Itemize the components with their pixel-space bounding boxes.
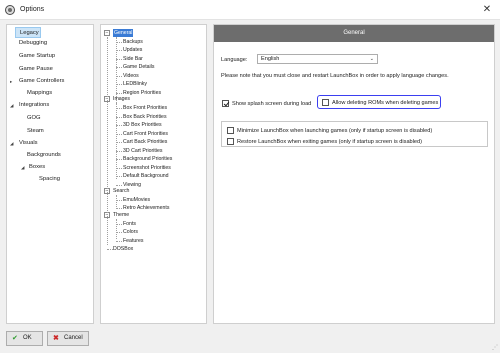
ok-button[interactable]: ✔ OK [6,331,43,346]
general-settings-panel: General Language: English ⌄ Please note … [213,24,495,324]
language-value: English [261,56,280,62]
tree-branch-line [116,208,122,209]
tree-branch-line [116,185,122,186]
tree-branch-line [116,59,122,60]
settings-tree: − General Backups Updates Side Bar Game … [100,24,207,324]
check-icon: ✔ [12,335,18,342]
show-splash-label[interactable]: Show splash screen during load [232,101,311,107]
collapse-toggle-icon[interactable]: − [104,30,110,36]
tree-guide-line [107,37,108,245]
allow-delete-roms-checkbox[interactable] [322,99,329,106]
title-bar: Options ✕ [0,0,500,20]
tree-branch-line [116,117,122,118]
collapse-arrow-icon[interactable]: ◢ [10,138,14,149]
language-restart-note: Please note that you must close and rest… [221,73,449,79]
tree-branch-line [116,84,122,85]
tree-branch-line [116,168,122,169]
close-icon[interactable]: ✕ [474,0,500,20]
tree-node-3d-cart-priorities[interactable]: 3D Cart Priorities [123,147,163,155]
tree-node-general[interactable]: General [113,29,134,37]
tree-node-retro-achievements[interactable]: Retro Achievements [123,204,169,212]
tree-branch-line [116,232,122,233]
tree-guide-line [116,219,117,239]
tree-node-search[interactable]: Search [113,187,129,195]
tree-branch-line [116,142,122,143]
ok-button-label: OK [23,335,32,341]
language-label: Language: [221,57,248,63]
window-title: Options [20,6,45,13]
tree-node-game-details[interactable]: Game Details [123,63,154,71]
tree-node-background-priorities[interactable]: Background Priorities [123,155,172,163]
allow-delete-roms-label[interactable]: Allow deleting ROMs when deleting games [332,100,438,106]
chevron-down-icon: ⌄ [369,56,374,62]
tree-node-cart-back-priorities[interactable]: Cart Back Priorities [123,138,167,146]
nav-item-mappings[interactable]: Mappings [27,88,52,99]
tree-node-ledblinky[interactable]: LEDBlinky [123,80,147,88]
tree-guide-line [116,195,117,207]
tree-node-images[interactable]: Images [113,95,130,103]
tree-branch-line [116,67,122,68]
tree-branch-line [116,42,122,43]
cancel-icon: ✖ [53,335,59,342]
tree-branch-line [116,176,122,177]
nav-item-spacing[interactable]: Spacing [39,174,60,185]
panel-header: General [214,25,494,42]
tree-branch-line [116,159,122,160]
nav-item-gog[interactable]: GOG [27,113,41,124]
restore-on-exit-checkbox[interactable] [227,138,234,145]
collapse-arrow-icon[interactable]: ◢ [10,100,14,111]
tree-branch-line [116,93,122,94]
language-select[interactable]: English ⌄ [257,54,378,64]
tree-node-fonts[interactable]: Fonts [123,220,136,228]
tree-branch-line [116,76,122,77]
cancel-button[interactable]: ✖ Cancel [47,331,89,346]
tree-branch-line [116,134,122,135]
gear-icon [5,5,15,15]
tree-node-3d-box-priorities[interactable]: 3D Box Priorities [123,121,162,129]
show-splash-checkbox[interactable] [222,100,229,107]
nav-item-game-pause[interactable]: Game Pause [19,64,53,75]
tree-node-dosbox[interactable]: DOSBox [113,245,133,253]
tree-node-box-front-priorities[interactable]: Box Front Priorities [123,104,167,112]
tree-branch-line [116,151,122,152]
options-category-nav: Legacy Debugging Game Startup Game Pause… [6,24,94,324]
tree-node-colors[interactable]: Colors [123,228,138,236]
tree-branch-line [116,125,122,126]
tree-node-side-bar[interactable]: Side Bar [123,55,143,63]
minimize-on-launch-label[interactable]: Minimize LaunchBox when launching games … [237,128,432,134]
tree-branch-line [116,50,122,51]
collapse-arrow-icon[interactable]: ◢ [21,162,25,173]
tree-node-box-back-priorities[interactable]: Box Back Priorities [123,113,167,121]
nav-item-steam[interactable]: Steam [27,126,44,137]
tree-node-screenshot-priorities[interactable]: Screenshot Priorities [123,164,171,172]
tree-branch-line [116,224,122,225]
nav-item-backgrounds[interactable]: Backgrounds [27,150,61,161]
cancel-button-label: Cancel [64,335,83,341]
tree-node-features[interactable]: Features [123,237,143,245]
nav-item-legacy[interactable]: Legacy [15,27,41,38]
tree-node-videos[interactable]: Videos [123,72,139,80]
nav-item-game-controllers[interactable]: Game Controllers [19,76,64,87]
tree-branch-line [116,108,122,109]
resize-grip-icon[interactable]: ⋰ [492,344,498,351]
restore-on-exit-label[interactable]: Restore LaunchBox when exiting games (on… [237,139,422,145]
tree-node-default-background[interactable]: Default Background [123,172,169,180]
tree-node-emumovies[interactable]: EmuMovies [123,196,150,204]
tree-node-cart-front-priorities[interactable]: Cart Front Priorities [123,130,168,138]
tree-branch-line [116,241,122,242]
minimize-on-launch-checkbox[interactable] [227,127,234,134]
tree-node-updates[interactable]: Updates [123,46,142,54]
nav-item-debugging[interactable]: Debugging [19,38,47,49]
nav-item-integrations[interactable]: Integrations [19,100,49,111]
nav-item-visuals[interactable]: Visuals [19,138,38,149]
nav-item-boxes[interactable]: Boxes [29,162,45,173]
tree-branch-line [116,200,122,201]
tree-node-theme[interactable]: Theme [113,211,129,219]
nav-item-game-startup[interactable]: Game Startup [19,51,55,62]
tree-node-backups[interactable]: Backups [123,38,143,46]
expand-arrow-icon[interactable]: ▸ [10,76,12,87]
